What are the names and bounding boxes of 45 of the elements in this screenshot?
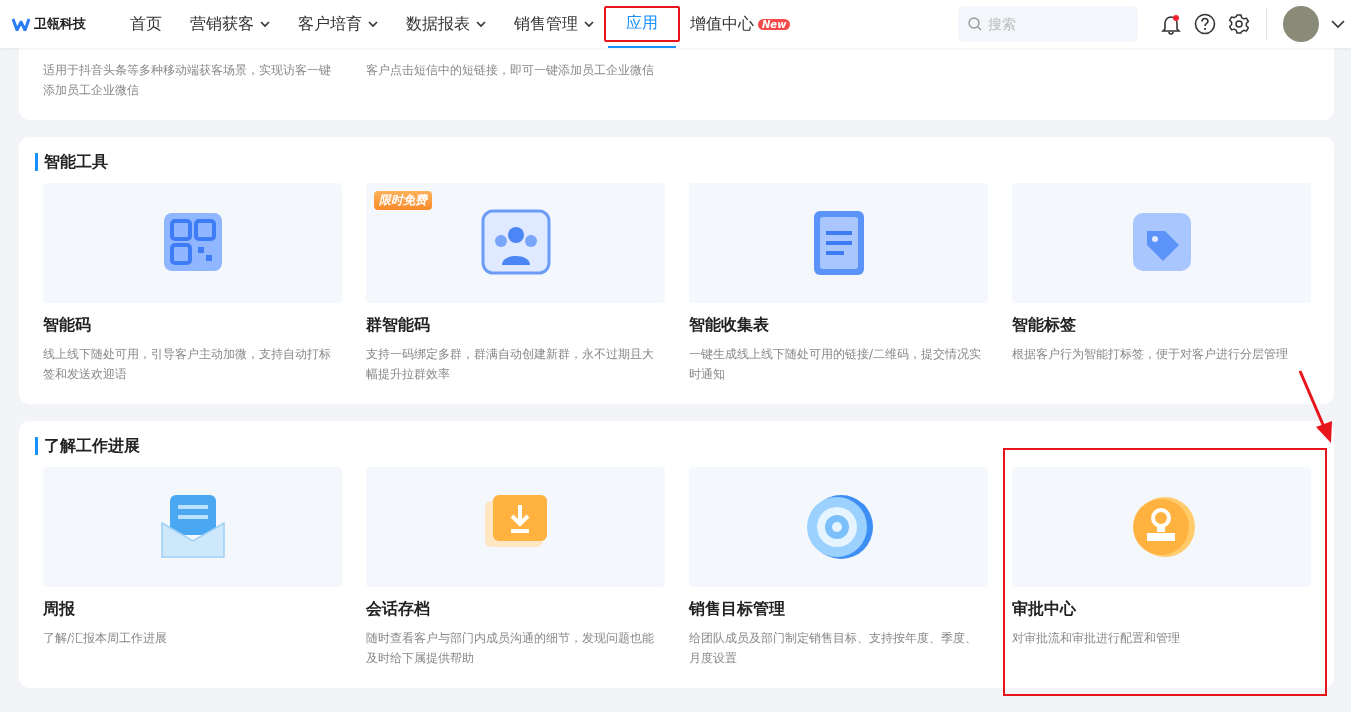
nav-tab[interactable]: 数据报表 — [392, 0, 500, 48]
tile-title: 审批中心 — [1012, 599, 1077, 620]
logo-icon — [12, 17, 30, 31]
app-tile[interactable]: 审批中心 对审批流和审批进行配置和管理 — [1012, 467, 1311, 648]
tile-description: 客户点击短信中的短链接，即可一键添加员工企业微信 — [366, 62, 655, 79]
app-tile[interactable]: 智能标签 根据客户行为智能打标签，便于对客户进行分层管理 — [1012, 183, 1311, 364]
nav-tab[interactable]: 营销获客 — [176, 0, 284, 48]
settings-icon[interactable] — [1228, 13, 1250, 35]
tile-description: 了解/汇报本周工作进展 — [43, 630, 169, 647]
tile-description: 支持一码绑定多群，群满自动创建新群，永不过期且大幅提升拉群效率 — [366, 346, 655, 383]
tile-description: 随时查看客户与部门内成员沟通的细节，发现问题也能及时给下属提供帮助 — [366, 630, 655, 667]
section-title: 了解工作进展 — [35, 437, 140, 455]
app-tile[interactable]: 智能码 线上线下随处可用，引导客户主动加微，支持自动打标签和发送欢迎语 — [43, 183, 342, 384]
tile-title: 智能标签 — [1012, 315, 1077, 336]
tile-title: 智能收集表 — [689, 315, 770, 336]
search-icon — [968, 17, 982, 31]
tile-description: 根据客户行为智能打标签，便于对客户进行分层管理 — [1012, 346, 1289, 363]
app-tile[interactable]: 限时免费 群智能码 支持一码绑定多群，群满自动创建新群，永不过期且大幅提升拉群效率 — [366, 183, 665, 384]
tile-description: 适用于抖音头条等多种移动端获客场景，实现访客一键添加员工企业微信 — [43, 62, 332, 99]
tile-title: 销售目标管理 — [689, 599, 786, 620]
avatar[interactable] — [1283, 6, 1319, 42]
section-title: 智能工具 — [35, 153, 108, 171]
tile-title: 周报 — [43, 599, 76, 620]
app-tile[interactable]: 会话存档 随时查看客户与部门内成员沟通的细节，发现问题也能及时给下属提供帮助 — [366, 467, 665, 668]
tile-description: 给团队成员及部门制定销售目标、支持按年度、季度、月度设置 — [689, 630, 978, 667]
new-badge: New — [758, 18, 791, 30]
nav-tab[interactable]: 销售管理 — [500, 0, 608, 48]
nav-tab[interactable]: 首页 — [116, 0, 176, 48]
tile-description: 对审批流和审批进行配置和管理 — [1012, 630, 1181, 647]
help-icon[interactable] — [1194, 13, 1216, 35]
bell-icon[interactable] — [1160, 13, 1182, 35]
nav-tab[interactable]: 增值中心 New — [676, 0, 805, 48]
tile-title: 智能码 — [43, 315, 92, 336]
tile-title: 群智能码 — [366, 315, 431, 336]
logo-text: 卫瓴科技 — [34, 15, 86, 33]
tile-description: 线上线下随处可用，引导客户主动加微，支持自动打标签和发送欢迎语 — [43, 346, 332, 383]
app-tile[interactable]: 周报 了解/汇报本周工作进展 — [43, 467, 342, 648]
promo-badge: 限时免费 — [374, 191, 432, 210]
search-field[interactable]: 搜索 — [958, 6, 1138, 42]
app-tile[interactable]: 销售目标管理 给团队成员及部门制定销售目标、支持按年度、季度、月度设置 — [689, 467, 988, 668]
tile-description: 一键生成线上线下随处可用的链接/二维码，提交情况实时通知 — [689, 346, 983, 383]
caret-icon[interactable] — [1331, 19, 1345, 29]
nav-tab[interactable]: 客户培育 — [284, 0, 392, 48]
tile-title: 会话存档 — [366, 599, 431, 620]
app-tile[interactable]: 智能收集表 一键生成线上线下随处可用的链接/二维码，提交情况实时通知 — [689, 183, 988, 384]
